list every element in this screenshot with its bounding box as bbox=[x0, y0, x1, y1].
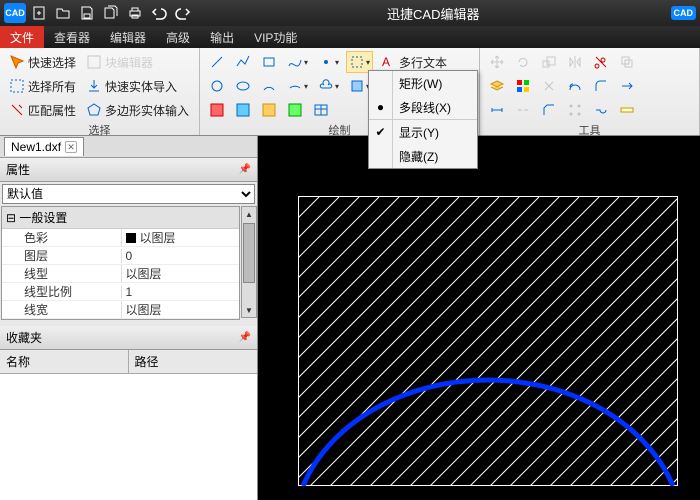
wipeout-icon[interactable] bbox=[284, 99, 306, 121]
app-title: 迅捷CAD编辑器 bbox=[196, 4, 671, 23]
property-row-layer[interactable]: 图层0 bbox=[2, 247, 239, 265]
point-tool-icon[interactable] bbox=[315, 51, 342, 73]
favorites-header: 收藏夹 📌 bbox=[0, 326, 257, 350]
document-tabs: New1.dxf ✕ bbox=[0, 136, 257, 158]
polygon-entity-input-button[interactable]: 多边形实体输入 bbox=[83, 99, 192, 121]
properties-title: 属性 bbox=[6, 161, 30, 178]
rotate-icon bbox=[512, 51, 534, 73]
table-icon[interactable] bbox=[310, 99, 332, 121]
rectangle-icon[interactable] bbox=[258, 51, 280, 73]
favorites-body bbox=[0, 374, 257, 500]
property-row-ltscale[interactable]: 线型比例1 bbox=[2, 283, 239, 301]
close-tab-icon[interactable]: ✕ bbox=[65, 141, 77, 153]
polyline-icon[interactable] bbox=[232, 51, 254, 73]
favorites-col-name[interactable]: 名称 bbox=[0, 350, 129, 373]
open-icon[interactable] bbox=[52, 3, 74, 23]
hatch-icon[interactable] bbox=[206, 99, 228, 121]
break-icon bbox=[512, 99, 534, 121]
dim-linear-icon[interactable] bbox=[486, 99, 508, 121]
undo-icon[interactable] bbox=[148, 3, 170, 23]
document-tab[interactable]: New1.dxf ✕ bbox=[4, 137, 84, 156]
pin-icon[interactable]: 📌 bbox=[239, 332, 251, 343]
ellipse-arc-icon[interactable] bbox=[284, 75, 311, 97]
dropdown-item-polyline[interactable]: ●多段线(X) bbox=[369, 95, 477, 119]
property-select-input[interactable]: 默认值 bbox=[2, 184, 255, 204]
copy-icon bbox=[616, 51, 638, 73]
tab-file[interactable]: 文件 bbox=[0, 26, 44, 48]
properties-header: 属性 📌 bbox=[0, 158, 257, 182]
print-icon[interactable] bbox=[124, 3, 146, 23]
titlebar: CAD 迅捷CAD编辑器 CAD bbox=[0, 0, 700, 26]
drawing-canvas[interactable] bbox=[258, 136, 700, 500]
ribbon-group-select: 快速选择 块编辑器 选择所有 快速实体导入 匹配属性 多边形实体输入 选择 bbox=[0, 48, 200, 135]
property-row-color[interactable]: 色彩以图层 bbox=[2, 229, 239, 247]
property-row-linetype[interactable]: 线型以图层 bbox=[2, 265, 239, 283]
pin-icon[interactable]: 📌 bbox=[239, 164, 251, 175]
arc-icon[interactable] bbox=[258, 75, 280, 97]
properties-tree: ⊟ 一般设置 色彩以图层 图层0 线型以图层 线型比例1 线宽以图层 bbox=[1, 206, 240, 320]
favorites-columns: 名称 路径 bbox=[0, 350, 257, 374]
offset-icon[interactable] bbox=[564, 75, 586, 97]
left-panel: New1.dxf ✕ 属性 📌 默认值 ⊟ 一般设置 色彩以图层 图层0 线型以… bbox=[0, 136, 258, 500]
layer-icon[interactable] bbox=[486, 75, 508, 97]
quick-entity-import-button[interactable]: 快速实体导入 bbox=[83, 75, 180, 97]
ellipse-icon[interactable] bbox=[232, 75, 254, 97]
dropdown-item-hide[interactable]: 隐藏(Z) bbox=[369, 144, 477, 168]
svg-text:A: A bbox=[382, 55, 390, 69]
explode-icon bbox=[538, 75, 560, 97]
quick-select-button[interactable]: 快速选择 bbox=[6, 51, 79, 73]
properties-scrollbar[interactable]: ▲▼ bbox=[241, 206, 257, 318]
ribbon: 快速选择 块编辑器 选择所有 快速实体导入 匹配属性 多边形实体输入 选择 bbox=[0, 48, 700, 136]
save-all-icon[interactable] bbox=[100, 3, 122, 23]
move-icon bbox=[486, 51, 508, 73]
document-tab-name: New1.dxf bbox=[11, 140, 61, 154]
tab-advanced[interactable]: 高级 bbox=[156, 26, 200, 48]
measure-icon[interactable] bbox=[616, 99, 638, 121]
save-icon[interactable] bbox=[76, 3, 98, 23]
favorites-title: 收藏夹 bbox=[6, 329, 42, 346]
menubar: 文件 查看器 编辑器 高级 输出 VIP功能 bbox=[0, 26, 700, 48]
favorites-col-path[interactable]: 路径 bbox=[129, 350, 165, 373]
tab-vip[interactable]: VIP功能 bbox=[244, 26, 307, 48]
join-icon[interactable] bbox=[590, 99, 612, 121]
color-icon[interactable] bbox=[512, 75, 534, 97]
scale-icon bbox=[538, 51, 560, 73]
chamfer-icon[interactable] bbox=[538, 99, 560, 121]
arc-entity bbox=[298, 196, 678, 486]
property-selector[interactable]: 默认值 bbox=[2, 184, 255, 204]
color-swatch-icon bbox=[126, 233, 136, 243]
extend-icon[interactable] bbox=[616, 75, 638, 97]
line-icon[interactable] bbox=[206, 51, 228, 73]
redo-icon[interactable] bbox=[172, 3, 194, 23]
block-editor-button: 块编辑器 bbox=[83, 51, 156, 73]
trim-icon[interactable] bbox=[590, 51, 612, 73]
ribbon-group-tools: 工具 bbox=[480, 48, 700, 135]
tab-editor[interactable]: 编辑器 bbox=[100, 26, 156, 48]
array-icon bbox=[564, 99, 586, 121]
mirror-icon bbox=[564, 51, 586, 73]
tab-output[interactable]: 输出 bbox=[200, 26, 244, 48]
cloud-icon[interactable] bbox=[315, 75, 342, 97]
new-icon[interactable] bbox=[28, 3, 50, 23]
cad-badge-icon: CAD bbox=[671, 6, 697, 20]
select-all-button[interactable]: 选择所有 bbox=[6, 75, 79, 97]
gradient-icon[interactable] bbox=[232, 99, 254, 121]
dropdown-item-show[interactable]: ✔显示(Y) bbox=[369, 120, 477, 144]
spline-icon[interactable] bbox=[284, 51, 311, 73]
boundary-dropdown: 矩形(W) ●多段线(X) ✔显示(Y) 隐藏(Z) bbox=[368, 70, 478, 169]
tab-viewer[interactable]: 查看器 bbox=[44, 26, 100, 48]
fillet-icon[interactable] bbox=[590, 75, 612, 97]
workarea: New1.dxf ✕ 属性 📌 默认值 ⊟ 一般设置 色彩以图层 图层0 线型以… bbox=[0, 136, 700, 500]
circle-icon[interactable] bbox=[206, 75, 228, 97]
solid-icon[interactable] bbox=[258, 99, 280, 121]
dropdown-item-rectangle[interactable]: 矩形(W) bbox=[369, 71, 477, 95]
property-row-lineweight[interactable]: 线宽以图层 bbox=[2, 301, 239, 319]
property-section[interactable]: ⊟ 一般设置 bbox=[2, 207, 239, 229]
app-icon[interactable]: CAD bbox=[4, 3, 26, 23]
match-properties-button[interactable]: 匹配属性 bbox=[6, 99, 79, 121]
